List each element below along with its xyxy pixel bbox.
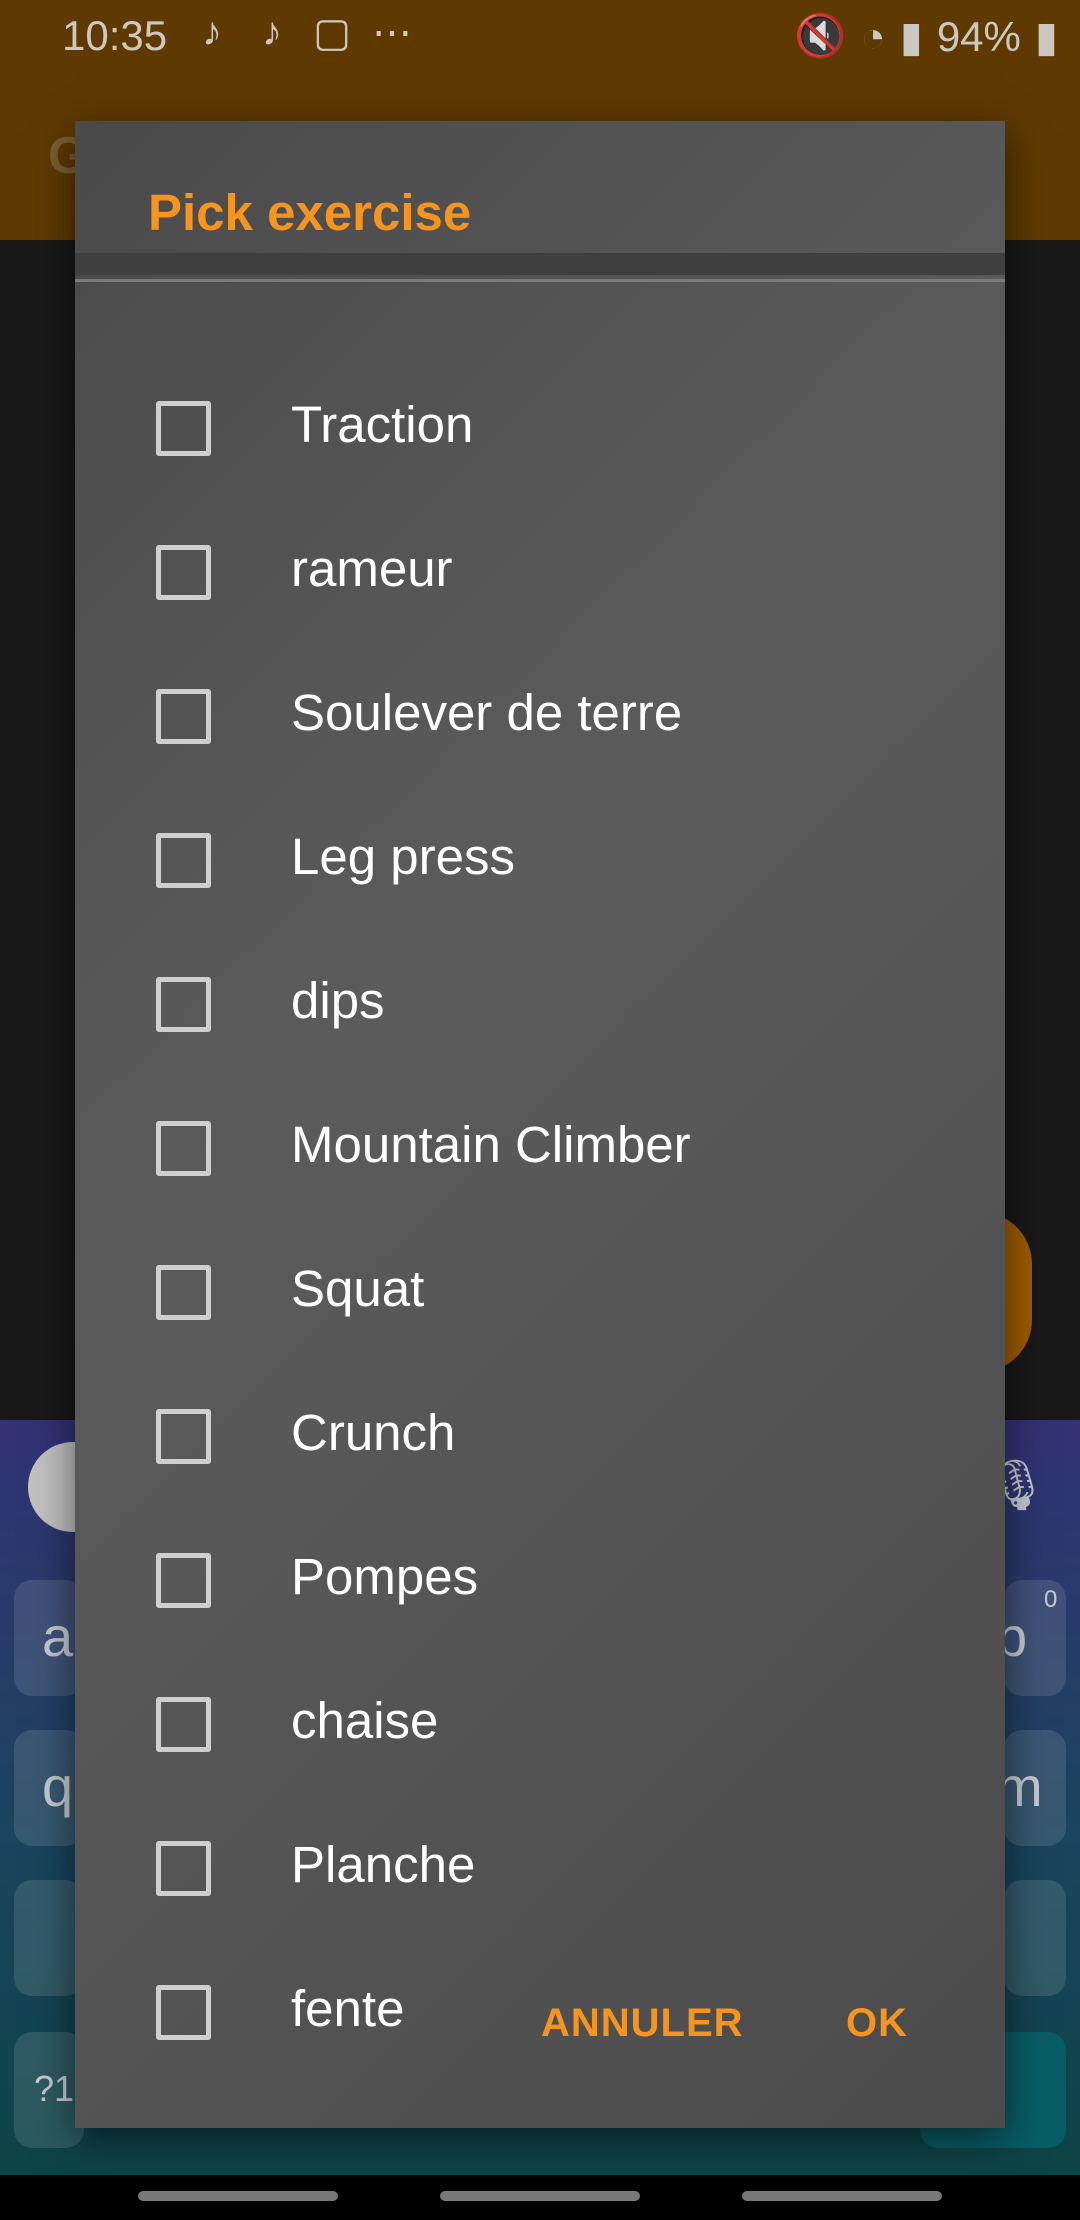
- list-item[interactable]: Leg press: [75, 828, 1005, 977]
- list-item[interactable]: Mountain Climber: [75, 1116, 1005, 1265]
- list-item-label: Crunch: [291, 1404, 456, 1461]
- list-item-label: Leg press: [291, 828, 515, 885]
- checkbox[interactable]: [156, 401, 211, 456]
- checkbox[interactable]: [156, 545, 211, 600]
- list-item[interactable]: Traction: [75, 396, 1005, 545]
- list-item-label: dips: [291, 972, 385, 1029]
- list-item[interactable]: rameur: [75, 540, 1005, 689]
- checkbox[interactable]: [156, 977, 211, 1032]
- cancel-button[interactable]: ANNULER: [541, 2001, 744, 2046]
- list-item-label: chaise: [291, 1692, 439, 1749]
- checkbox[interactable]: [156, 833, 211, 888]
- list-item-label: Traction: [291, 396, 474, 453]
- list-item-label: Mountain Climber: [291, 1116, 691, 1173]
- dialog-title: Pick exercise: [148, 184, 472, 241]
- checkbox[interactable]: [156, 1265, 211, 1320]
- list-item[interactable]: Planche: [75, 1836, 1005, 1985]
- list-item-label: Soulever de terre: [291, 684, 683, 741]
- list-item[interactable]: Pompes: [75, 1548, 1005, 1697]
- title-divider: [75, 253, 1005, 275]
- checkbox[interactable]: [156, 1121, 211, 1176]
- checkbox[interactable]: [156, 1697, 211, 1752]
- list-item[interactable]: Soulever de terre: [75, 684, 1005, 833]
- checkbox[interactable]: [156, 1409, 211, 1464]
- pick-exercise-dialog: Pick exercise Traction rameur Soulever d…: [75, 121, 1005, 2128]
- ok-button[interactable]: OK: [846, 2001, 908, 2046]
- list-item-label: Planche: [291, 1836, 476, 1893]
- list-item-label: Squat: [291, 1260, 425, 1317]
- list-item-label: Pompes: [291, 1548, 479, 1605]
- list-item[interactable]: Crunch: [75, 1404, 1005, 1553]
- dialog-actions: ANNULER OK: [75, 2001, 1005, 2101]
- list-item-label: rameur: [291, 540, 453, 597]
- checkbox[interactable]: [156, 689, 211, 744]
- list-item[interactable]: Squat: [75, 1260, 1005, 1409]
- exercise-list[interactable]: Traction rameur Soulever de terre Leg pr…: [75, 281, 1005, 2091]
- list-item[interactable]: chaise: [75, 1692, 1005, 1841]
- checkbox[interactable]: [156, 1553, 211, 1608]
- list-item[interactable]: dips: [75, 972, 1005, 1121]
- checkbox[interactable]: [156, 1841, 211, 1896]
